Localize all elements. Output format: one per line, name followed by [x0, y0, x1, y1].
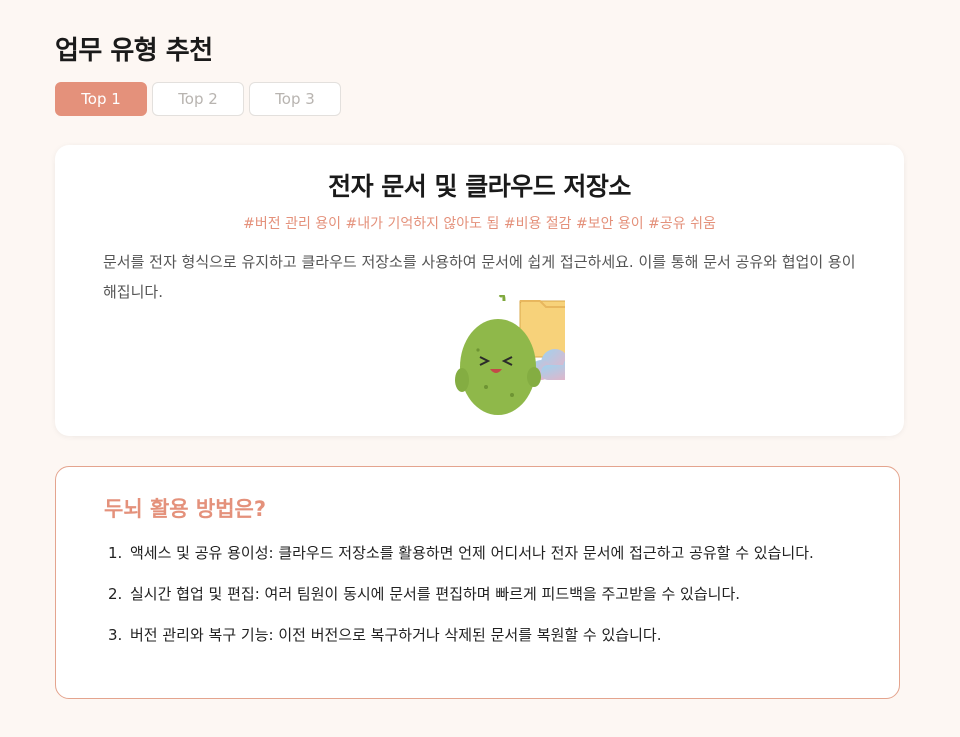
list-item-number: 2. [108, 585, 123, 603]
list-item: 3. 버전 관리와 복구 기능: 이전 버전으로 복구하거나 삭제된 문서를 복… [108, 621, 859, 649]
recommendation-title: 전자 문서 및 클라우드 저장소 [328, 172, 631, 201]
tab-top-1[interactable]: Top 1 [55, 82, 147, 116]
list-item-number: 1. [108, 544, 123, 562]
tab-top-2[interactable]: Top 2 [152, 82, 244, 116]
tips-list: 1. 액세스 및 공유 용이성: 클라우드 저장소를 활용하면 언제 어디서나 … [108, 539, 859, 662]
recommendation-illustration [455, 295, 565, 415]
recommendation-card: 전자 문서 및 클라우드 저장소 #버전 관리 용이 #내가 기억하지 않아도 … [55, 145, 904, 436]
recommendation-tags: #버전 관리 용이 #내가 기억하지 않아도 됨 #비용 절감 #보안 용이 #… [243, 216, 716, 232]
list-item-text: 버전 관리와 복구 기능: 이전 버전으로 복구하거나 삭제된 문서를 복원할 … [130, 626, 662, 644]
tab-bar: Top 1 Top 2 Top 3 [55, 82, 341, 116]
tips-panel: 두뇌 활용 방법은? 1. 액세스 및 공유 용이성: 클라우드 저장소를 활용… [55, 466, 900, 699]
list-item: 2. 실시간 협업 및 편집: 여러 팀원이 동시에 문서를 편집하며 빠르게 … [108, 580, 859, 608]
list-item-text: 액세스 및 공유 용이성: 클라우드 저장소를 활용하면 언제 어디서나 전자 … [130, 544, 814, 562]
page-title: 업무 유형 추천 [55, 36, 213, 66]
list-item-text: 실시간 협업 및 편집: 여러 팀원이 동시에 문서를 편집하며 빠르게 피드백… [130, 585, 741, 603]
list-item: 1. 액세스 및 공유 용이성: 클라우드 저장소를 활용하면 언제 어디서나 … [108, 539, 859, 567]
tips-title: 두뇌 활용 방법은? [104, 497, 267, 521]
list-item-number: 3. [108, 626, 123, 644]
tab-top-3[interactable]: Top 3 [249, 82, 341, 116]
